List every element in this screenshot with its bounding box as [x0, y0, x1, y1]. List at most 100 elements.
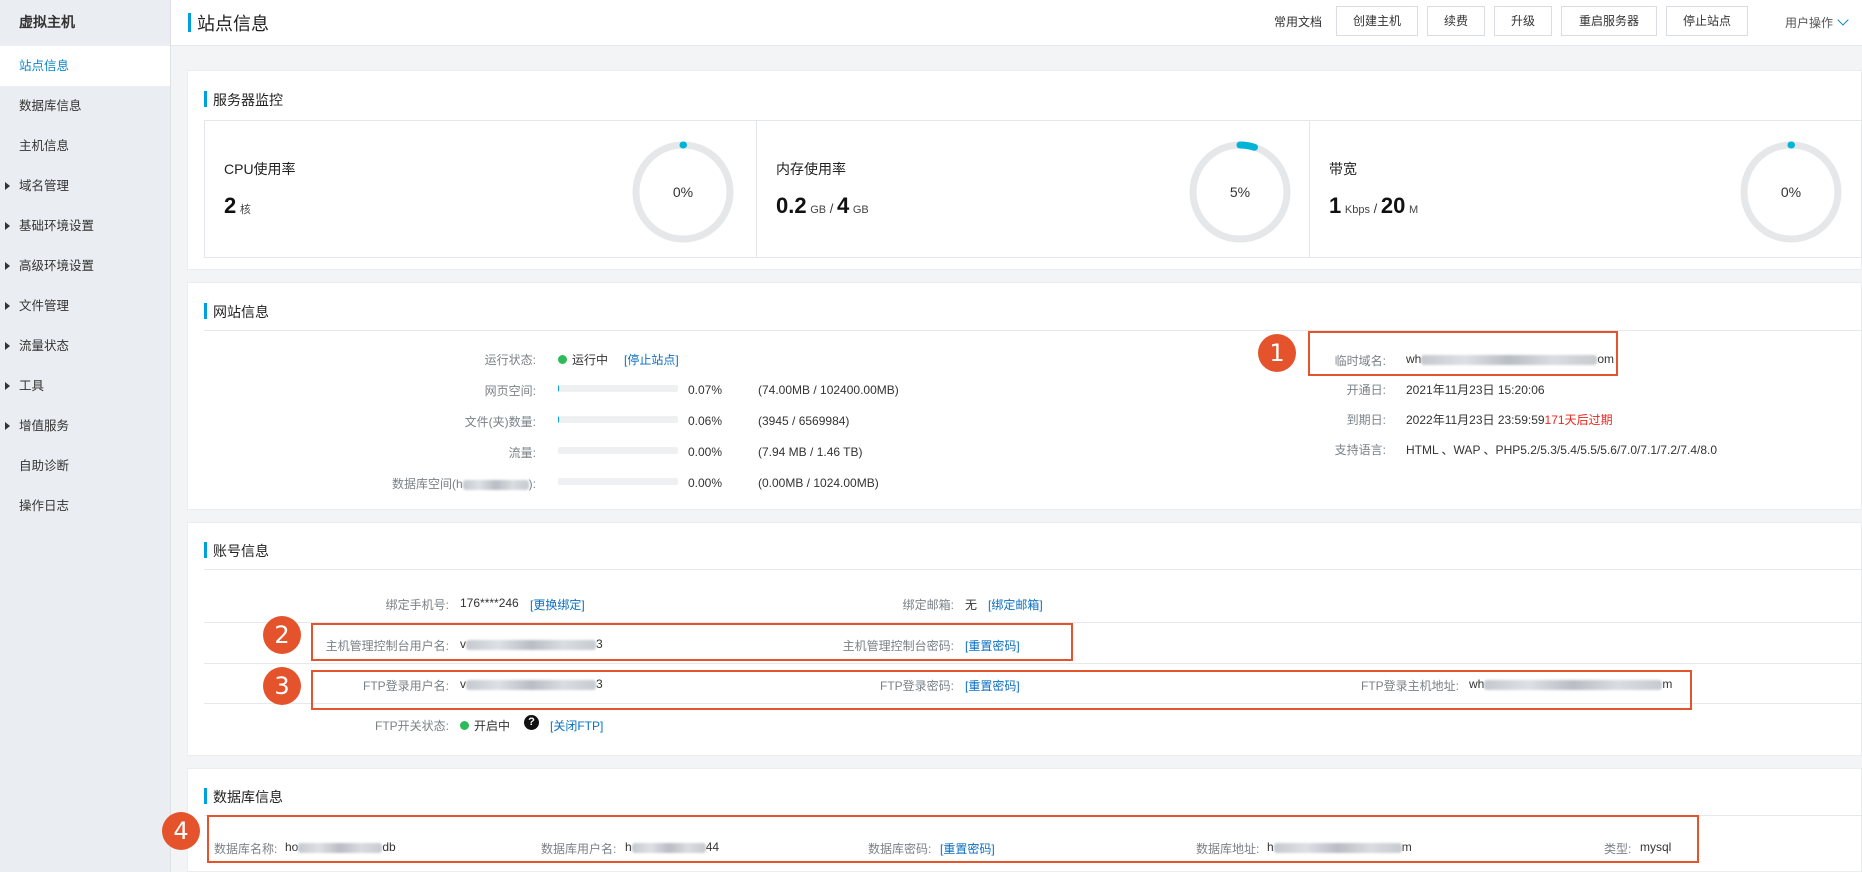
bandwidth-percent: 0% [1780, 184, 1802, 200]
sidebar-item-host-info[interactable]: 主机信息 [0, 126, 170, 166]
memory-used: 0.2 [776, 193, 807, 218]
db-space-label-suffix: ): [528, 477, 536, 491]
change-phone-link[interactable]: [更换绑定] [530, 596, 585, 613]
sidebar-item-label: 增值服务 [19, 419, 70, 433]
bandwidth-total-unit: M [1408, 204, 1419, 216]
email-value: 无 [965, 598, 978, 612]
sidebar-brand: 虚拟主机 [19, 14, 75, 30]
traffic-label: 流量: [508, 446, 536, 460]
running-dot-icon [460, 721, 469, 730]
sidebar-item-label: 操作日志 [19, 499, 70, 513]
cpu-cores: 2 [224, 193, 237, 218]
cpu-unit: 核 [239, 204, 251, 216]
sidebar-item-site-info[interactable]: 站点信息 [0, 46, 170, 86]
db-space-bar [558, 478, 678, 485]
annotation-badge-3: 3 [263, 667, 301, 705]
db-space-label: 数据库空间(h): [392, 475, 536, 492]
divider [204, 569, 1862, 570]
chevron-down-icon [1837, 14, 1849, 26]
bandwidth-monitor: 带宽 1 Kbps / 20 M 0% [1309, 120, 1862, 258]
restart-server-button[interactable]: 重启服务器 [1561, 6, 1657, 36]
db-space-label-prefix: 数据库空间(h [391, 477, 463, 491]
sidebar-item-traffic[interactable]: 流量状态 [0, 326, 170, 366]
stop-site-button[interactable]: 停止站点 [1666, 6, 1748, 36]
sidebar-item-label: 流量状态 [19, 339, 70, 353]
file-count-bar-fill [558, 416, 560, 423]
bandwidth-label: 带宽 [1329, 161, 1357, 177]
memory-percent: 5% [1229, 184, 1251, 200]
file-count-bar [558, 416, 678, 423]
web-space-detail: (74.00MB / 102400.00MB) [758, 383, 899, 397]
file-count-label: 文件(夹)数量: [464, 415, 536, 429]
ftp-help[interactable]: ? [524, 715, 539, 731]
phone-label: 绑定手机号: [385, 598, 449, 612]
close-ftp-link[interactable]: [关闭FTP] [550, 717, 603, 734]
redacted-text [462, 479, 529, 490]
memory-value: 0.2 GB / 4 GB [776, 193, 869, 219]
renew-button[interactable]: 续费 [1427, 6, 1485, 36]
email-label: 绑定邮箱: [902, 598, 954, 612]
server-monitor-title: 服务器监控 [204, 90, 283, 110]
memory-used-unit: GB [810, 204, 827, 216]
sidebar-item-tools[interactable]: 工具 [0, 366, 170, 406]
open-date-label: 开通日: [1346, 383, 1386, 397]
langs-label: 支持语言: [1334, 443, 1386, 457]
cpu-value: 2 核 [224, 193, 251, 219]
annotation-badge-4: 4 [162, 812, 200, 850]
database-info-title: 数据库信息 [204, 787, 283, 807]
page-title: 站点信息 [188, 10, 269, 36]
traffic-percent: 0.00% [688, 445, 723, 459]
memory-total-unit: GB [852, 204, 869, 216]
sidebar-item-domain[interactable]: 域名管理 [0, 166, 170, 206]
account-info-title: 账号信息 [204, 541, 269, 561]
expire-remaining: 171天后过期 [1544, 413, 1613, 427]
sidebar-item-label: 文件管理 [19, 299, 70, 313]
bind-email-link[interactable]: [绑定邮箱] [988, 596, 1043, 613]
db-space-detail: (0.00MB / 1024.00MB) [758, 476, 879, 490]
memory-sep: / [829, 201, 834, 216]
annotation-box-2 [311, 623, 1073, 661]
docs-link[interactable]: 常用文档 [1274, 13, 1322, 30]
cpu-monitor: CPU使用率 2 核 0% [204, 120, 757, 258]
web-space-percent: 0.07% [688, 383, 723, 397]
ftp-status-value: 开启中 [460, 717, 510, 734]
phone-value: 176****246 [460, 596, 519, 610]
sidebar-item-advanced-env[interactable]: 高级环境设置 [0, 246, 170, 286]
memory-total: 4 [837, 193, 850, 218]
running-dot-icon [558, 355, 567, 364]
annotation-box-3 [311, 670, 1692, 710]
sidebar-item-label: 主机信息 [19, 139, 70, 153]
web-space-label: 网页空间: [484, 384, 536, 398]
traffic-bar [558, 447, 678, 454]
upgrade-button[interactable]: 升级 [1494, 6, 1552, 36]
annotation-badge-2: 2 [263, 616, 301, 654]
caret-right-icon [5, 182, 10, 190]
sidebar-item-label: 高级环境设置 [19, 259, 95, 273]
sidebar-item-logs[interactable]: 操作日志 [0, 486, 170, 526]
bandwidth-sep: / [1373, 201, 1378, 216]
expire-date-label: 到期日: [1346, 413, 1386, 427]
status-text: 运行中 [572, 353, 609, 367]
sidebar-item-db-info[interactable]: 数据库信息 [0, 86, 170, 126]
sidebar-item-label: 站点信息 [19, 59, 70, 73]
question-icon[interactable]: ? [524, 715, 539, 731]
sidebar-item-label: 基础环境设置 [19, 219, 95, 233]
sidebar-item-value-added[interactable]: 增值服务 [0, 406, 170, 446]
file-count-percent: 0.06% [688, 414, 723, 428]
divider [204, 663, 1862, 664]
sidebar: 虚拟主机 站点信息 数据库信息 主机信息 域名管理 基础环境设置 高级环境设置 … [0, 0, 171, 872]
top-header: 站点信息 常用文档 创建主机 续费 升级 重启服务器 停止站点 用户操作 [171, 0, 1862, 46]
ftp-status-label: FTP开关状态: [375, 719, 449, 733]
expire-date-text: 2022年11月23日 23:59:59 [1406, 413, 1545, 427]
memory-monitor: 内存使用率 0.2 GB / 4 GB 5% [756, 120, 1310, 258]
create-host-button[interactable]: 创建主机 [1336, 6, 1418, 36]
expire-date-value: 2022年11月23日 23:59:59171天后过期 [1406, 411, 1613, 428]
sidebar-item-files[interactable]: 文件管理 [0, 286, 170, 326]
sidebar-item-basic-env[interactable]: 基础环境设置 [0, 206, 170, 246]
user-ops-dropdown[interactable]: 用户操作 [1785, 14, 1849, 31]
sidebar-item-diagnosis[interactable]: 自助诊断 [0, 446, 170, 486]
ftp-status-text: 开启中 [474, 719, 511, 733]
cpu-percent: 0% [672, 184, 694, 200]
bandwidth-used-unit: Kbps [1344, 204, 1370, 216]
stop-site-link[interactable]: [停止站点] [624, 351, 679, 368]
